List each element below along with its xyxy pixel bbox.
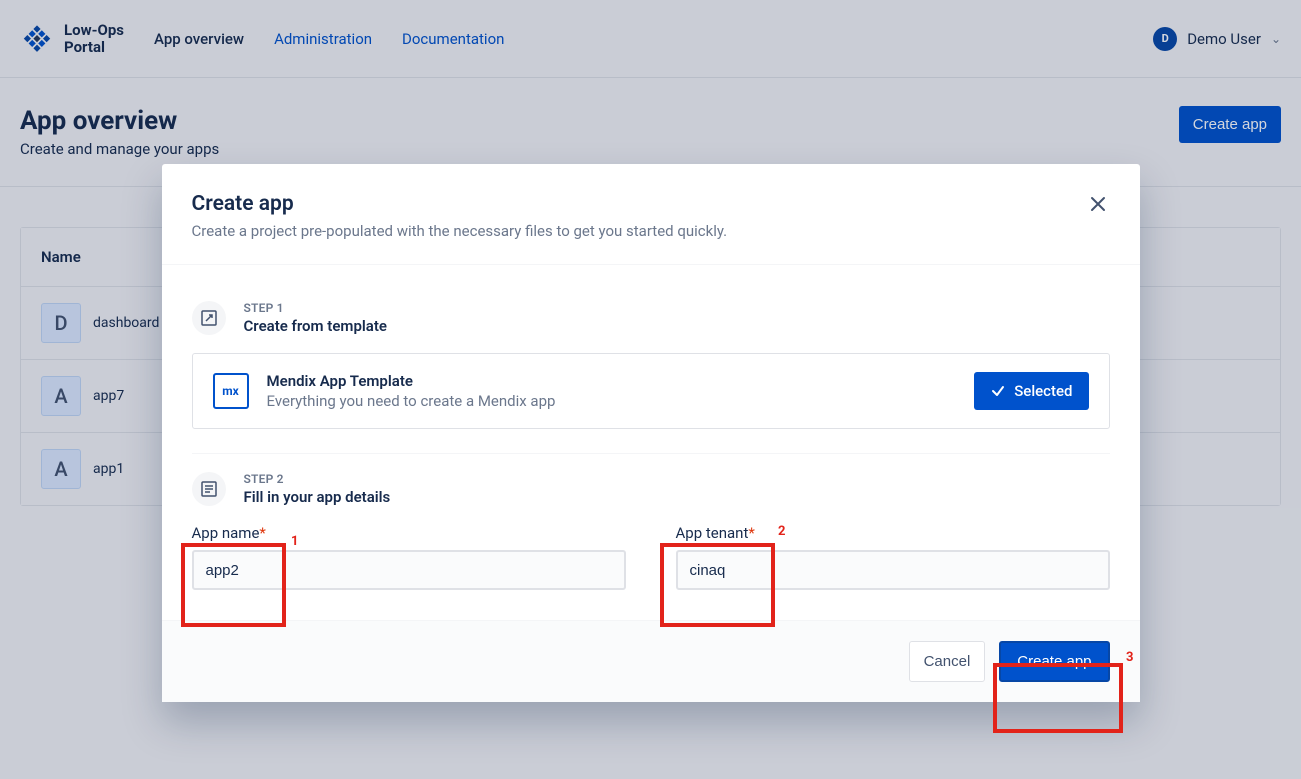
divider [192,453,1110,454]
selected-label: Selected [1014,382,1072,400]
app-name-input[interactable] [192,550,626,590]
app-tenant-field-group: App tenant* [676,524,1110,590]
app-details-form: App name* App tenant* [192,524,1110,590]
template-desc: Everything you need to create a Mendix a… [267,392,556,410]
step-2-title: Fill in your app details [244,488,391,506]
selected-button[interactable]: Selected [974,372,1088,410]
template-card[interactable]: mx Mendix App Template Everything you ne… [192,353,1110,429]
app-name-label: App name* [192,524,626,542]
check-icon [990,383,1006,399]
template-title: Mendix App Template [267,372,556,390]
step-2-header: STEP 2 Fill in your app details [192,472,1110,506]
modal-subtitle: Create a project pre-populated with the … [192,222,728,240]
step-2-label: STEP 2 [244,472,391,486]
app-name-field-group: App name* [192,524,626,590]
app-tenant-label: App tenant* [676,524,1110,542]
step-1-title: Create from template [244,317,387,335]
close-icon[interactable] [1086,192,1110,221]
modal-header: Create app Create a project pre-populate… [162,164,1140,265]
form-icon [192,472,226,506]
cancel-button[interactable]: Cancel [909,641,986,682]
submit-create-app-button[interactable]: Create app [999,641,1109,682]
modal-footer: Cancel Create app [162,620,1140,702]
modal-title: Create app [192,192,728,216]
create-app-modal: Create app Create a project pre-populate… [162,164,1140,702]
app-tenant-input[interactable] [676,550,1110,590]
step-1-label: STEP 1 [244,301,387,315]
step-1-header: STEP 1 Create from template [192,301,1110,335]
modal-body: STEP 1 Create from template mx Mendix Ap… [162,265,1140,620]
mendix-icon: mx [213,373,249,409]
template-icon [192,301,226,335]
